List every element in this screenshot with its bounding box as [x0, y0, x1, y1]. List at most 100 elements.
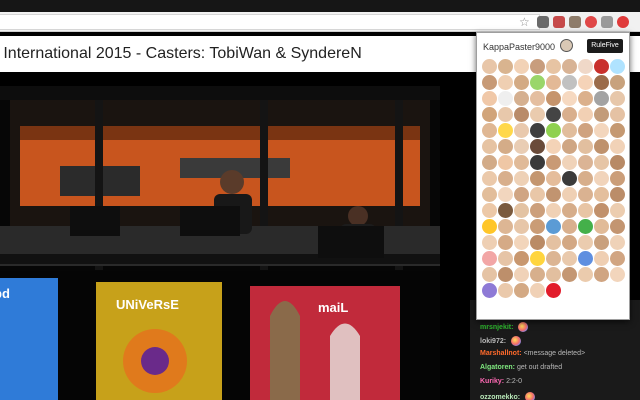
extension-icon[interactable] — [553, 16, 565, 28]
emote-icon[interactable] — [594, 251, 609, 266]
emote-icon[interactable] — [610, 235, 625, 250]
emote-icon[interactable] — [530, 155, 545, 170]
emote-icon[interactable] — [514, 251, 529, 266]
emote-icon[interactable] — [530, 283, 545, 298]
emote-icon[interactable] — [594, 91, 609, 106]
emote-icon[interactable] — [546, 155, 561, 170]
emote-icon[interactable] — [514, 75, 529, 90]
emote-icon[interactable] — [482, 219, 497, 234]
emote-icon[interactable] — [514, 267, 529, 282]
emote-icon[interactable] — [594, 139, 609, 154]
chat-username[interactable]: Algatoren: — [480, 364, 517, 371]
emote-icon[interactable] — [530, 187, 545, 202]
emote-icon[interactable] — [530, 251, 545, 266]
emote-icon[interactable] — [514, 91, 529, 106]
emote-icon[interactable] — [530, 267, 545, 282]
emote-icon[interactable] — [498, 139, 513, 154]
emote-icon[interactable] — [482, 235, 497, 250]
chat-username[interactable]: Marshallnot: — [480, 350, 524, 357]
emote-icon[interactable] — [594, 171, 609, 186]
extension-icon[interactable] — [585, 16, 597, 28]
emote-icon[interactable] — [578, 187, 593, 202]
emote-icon[interactable] — [498, 107, 513, 122]
emote-icon[interactable] — [482, 107, 497, 122]
chat-username[interactable]: Kuriky: — [480, 378, 506, 385]
extension-icon[interactable] — [617, 16, 629, 28]
emote-icon[interactable] — [578, 139, 593, 154]
emote-icon[interactable] — [610, 219, 625, 234]
emote-icon[interactable] — [546, 59, 561, 74]
emote-icon[interactable] — [546, 267, 561, 282]
emote-icon[interactable] — [562, 139, 577, 154]
emote-icon[interactable] — [594, 75, 609, 90]
emote-icon[interactable] — [530, 91, 545, 106]
emote-icon[interactable] — [546, 171, 561, 186]
emote-icon[interactable] — [594, 267, 609, 282]
emote-icon[interactable] — [498, 251, 513, 266]
emote-icon[interactable] — [530, 203, 545, 218]
emote-icon[interactable] — [546, 251, 561, 266]
emote-icon[interactable] — [578, 75, 593, 90]
emote-icon[interactable] — [530, 123, 545, 138]
emote-icon[interactable] — [578, 91, 593, 106]
emote-icon[interactable] — [546, 235, 561, 250]
emote-icon[interactable] — [562, 251, 577, 266]
emote-icon[interactable] — [530, 107, 545, 122]
emote-icon[interactable] — [514, 283, 529, 298]
emote-icon[interactable] — [482, 139, 497, 154]
emote-icon[interactable] — [610, 123, 625, 138]
emote-icon[interactable] — [610, 75, 625, 90]
extension-icon[interactable] — [537, 16, 549, 28]
emote-icon[interactable] — [610, 107, 625, 122]
emote-icon[interactable] — [594, 203, 609, 218]
emote-icon[interactable] — [514, 187, 529, 202]
emote-icon[interactable] — [498, 203, 513, 218]
emote-icon[interactable] — [578, 251, 593, 266]
emote-icon[interactable] — [498, 59, 513, 74]
emote-icon[interactable] — [482, 251, 497, 266]
emote-icon[interactable] — [594, 235, 609, 250]
emote-icon[interactable] — [482, 123, 497, 138]
emote-icon[interactable] — [562, 235, 577, 250]
emote-icon[interactable] — [498, 283, 513, 298]
emote-icon[interactable] — [482, 75, 497, 90]
emote-icon[interactable] — [546, 75, 561, 90]
emote-icon[interactable] — [514, 107, 529, 122]
emote-icon[interactable] — [578, 123, 593, 138]
emote-icon[interactable] — [530, 219, 545, 234]
address-bar[interactable] — [0, 14, 540, 30]
emote-icon[interactable] — [546, 187, 561, 202]
extension-icon[interactable] — [601, 16, 613, 28]
emote-icon[interactable] — [482, 171, 497, 186]
emote-icon[interactable] — [514, 139, 529, 154]
emote-icon[interactable] — [498, 219, 513, 234]
emote-icon[interactable] — [498, 267, 513, 282]
emote-icon[interactable] — [546, 203, 561, 218]
emote-icon[interactable] — [610, 139, 625, 154]
emote-icon[interactable] — [594, 59, 609, 74]
emote-icon[interactable] — [562, 203, 577, 218]
emote-icon[interactable] — [578, 107, 593, 122]
emote-icon[interactable] — [562, 187, 577, 202]
emote-icon[interactable] — [482, 187, 497, 202]
emote-icon[interactable] — [562, 219, 577, 234]
emote-icon[interactable] — [562, 75, 577, 90]
star-icon[interactable]: ☆ — [519, 15, 530, 29]
emote-icon[interactable] — [546, 139, 561, 154]
emote-icon[interactable] — [594, 187, 609, 202]
emote-icon[interactable] — [578, 203, 593, 218]
emote-icon[interactable] — [562, 267, 577, 282]
emote-icon[interactable] — [546, 91, 561, 106]
emote-icon[interactable] — [578, 267, 593, 282]
emote-icon[interactable] — [562, 59, 577, 74]
chat-username[interactable]: loki972: — [480, 338, 508, 345]
chat-username[interactable]: ozzomekko: — [480, 394, 522, 400]
emote-icon[interactable] — [546, 123, 561, 138]
emote-icon[interactable] — [562, 123, 577, 138]
emote-icon[interactable] — [498, 75, 513, 90]
emote-icon[interactable] — [546, 107, 561, 122]
emote-icon[interactable] — [482, 59, 497, 74]
emote-icon[interactable] — [610, 155, 625, 170]
emote-icon[interactable] — [498, 171, 513, 186]
emote-icon[interactable] — [498, 155, 513, 170]
